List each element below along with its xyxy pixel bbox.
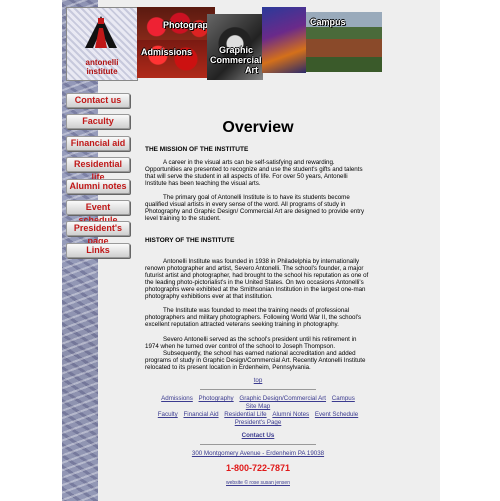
nav-financial-aid[interactable]: Financial aid (66, 136, 130, 151)
banner-art-label: Art (245, 65, 258, 75)
nav-contact-us[interactable]: Contact us (66, 93, 130, 108)
history-heading: HISTORY OF THE INSTITUTE (145, 237, 235, 244)
history-paragraph-1: Antonelli Institute was founded in 1938 … (145, 258, 369, 300)
footer-link-admissions[interactable]: Admissions (161, 395, 193, 402)
history-paragraph-4: Subsequently, the school has earned nati… (145, 350, 366, 371)
footer-link-financial-aid[interactable]: Financial Aid (183, 411, 218, 418)
contact-row: Contact Us (145, 432, 371, 439)
banner-graphic-label: Graphic (219, 45, 254, 55)
footer-link-faculty[interactable]: Faculty (158, 411, 178, 418)
footer-link-site-map[interactable]: Site Map (246, 403, 270, 410)
divider (200, 389, 316, 390)
nav-faculty[interactable]: Faculty (66, 114, 130, 129)
address-link[interactable]: 300 Montgomery Avenue - Erdenheim PA 190… (192, 450, 324, 457)
footer-link-campus[interactable]: Campus (332, 395, 355, 402)
footer-links-row-4: President's Page (145, 419, 371, 426)
page-title: Overview (222, 119, 294, 136)
footer-links-row-2: Site Map (145, 403, 371, 410)
banner-photography[interactable]: Photography (137, 7, 215, 43)
footer-link-graphic-design[interactable]: Graphic Design/Commercial Art (239, 395, 326, 402)
banner-campus[interactable]: Campus (306, 12, 382, 72)
logo[interactable]: antonelli institute (66, 7, 138, 81)
logo-mark-icon (85, 16, 117, 48)
footer-link-residential-life[interactable]: Residential Life (224, 411, 266, 418)
banner-campus-label: Campus (310, 17, 346, 27)
history-paragraph-3: Severo Antonelli served as the school's … (145, 336, 357, 350)
mission-paragraph-1: A career in the visual arts can be self-… (145, 159, 363, 187)
nav-links[interactable]: Links (66, 243, 130, 258)
history-paragraph-2: The Institute was founded to meet the tr… (145, 307, 362, 328)
banner-art-image[interactable] (262, 7, 306, 73)
footer-link-photography[interactable]: Photography (199, 395, 234, 402)
top-link[interactable]: top (254, 377, 263, 384)
banner-graphic-commercial-art[interactable]: Graphic Commercial Art (207, 14, 263, 80)
top-link-row: top (145, 377, 371, 384)
nav-alumni-notes[interactable]: Alumni notes (66, 179, 130, 194)
mission-paragraph-2: The primary goal of Antonelli Institute … (145, 194, 365, 222)
banner-commercial-label: Commercial (210, 55, 262, 65)
divider (200, 444, 316, 445)
footer-link-alumni-notes[interactable]: Alumni Notes (272, 411, 309, 418)
address-row: 300 Montgomery Avenue - Erdenheim PA 190… (145, 450, 371, 457)
nav-presidents-page[interactable]: President's page (66, 221, 130, 246)
nav-event-schedule[interactable]: Event schedule (66, 200, 130, 225)
site-credit-link[interactable]: website © rose susan jensen (145, 480, 371, 486)
banner-admissions[interactable]: Admissions (137, 40, 207, 78)
banner-admissions-label: Admissions (141, 47, 193, 57)
footer-links-row-1: Admissions Photography Graphic Design/Co… (145, 395, 371, 402)
footer-link-presidents-page[interactable]: President's Page (235, 419, 282, 426)
footer-links-row-3: Faculty Financial Aid Residential Life A… (145, 411, 371, 418)
logo-name-line2: institute (86, 67, 118, 76)
footer-link-event-schedule[interactable]: Event Schedule (315, 411, 358, 418)
nav-residential-life[interactable]: Residential life (66, 157, 130, 182)
mission-heading: THE MISSION OF THE INSTITUTE (145, 146, 249, 153)
footer-link-contact-us[interactable]: Contact Us (242, 432, 275, 439)
logo-name-line1: antonelli (85, 58, 119, 67)
phone-number: 1-800-722-7871 (225, 463, 291, 473)
